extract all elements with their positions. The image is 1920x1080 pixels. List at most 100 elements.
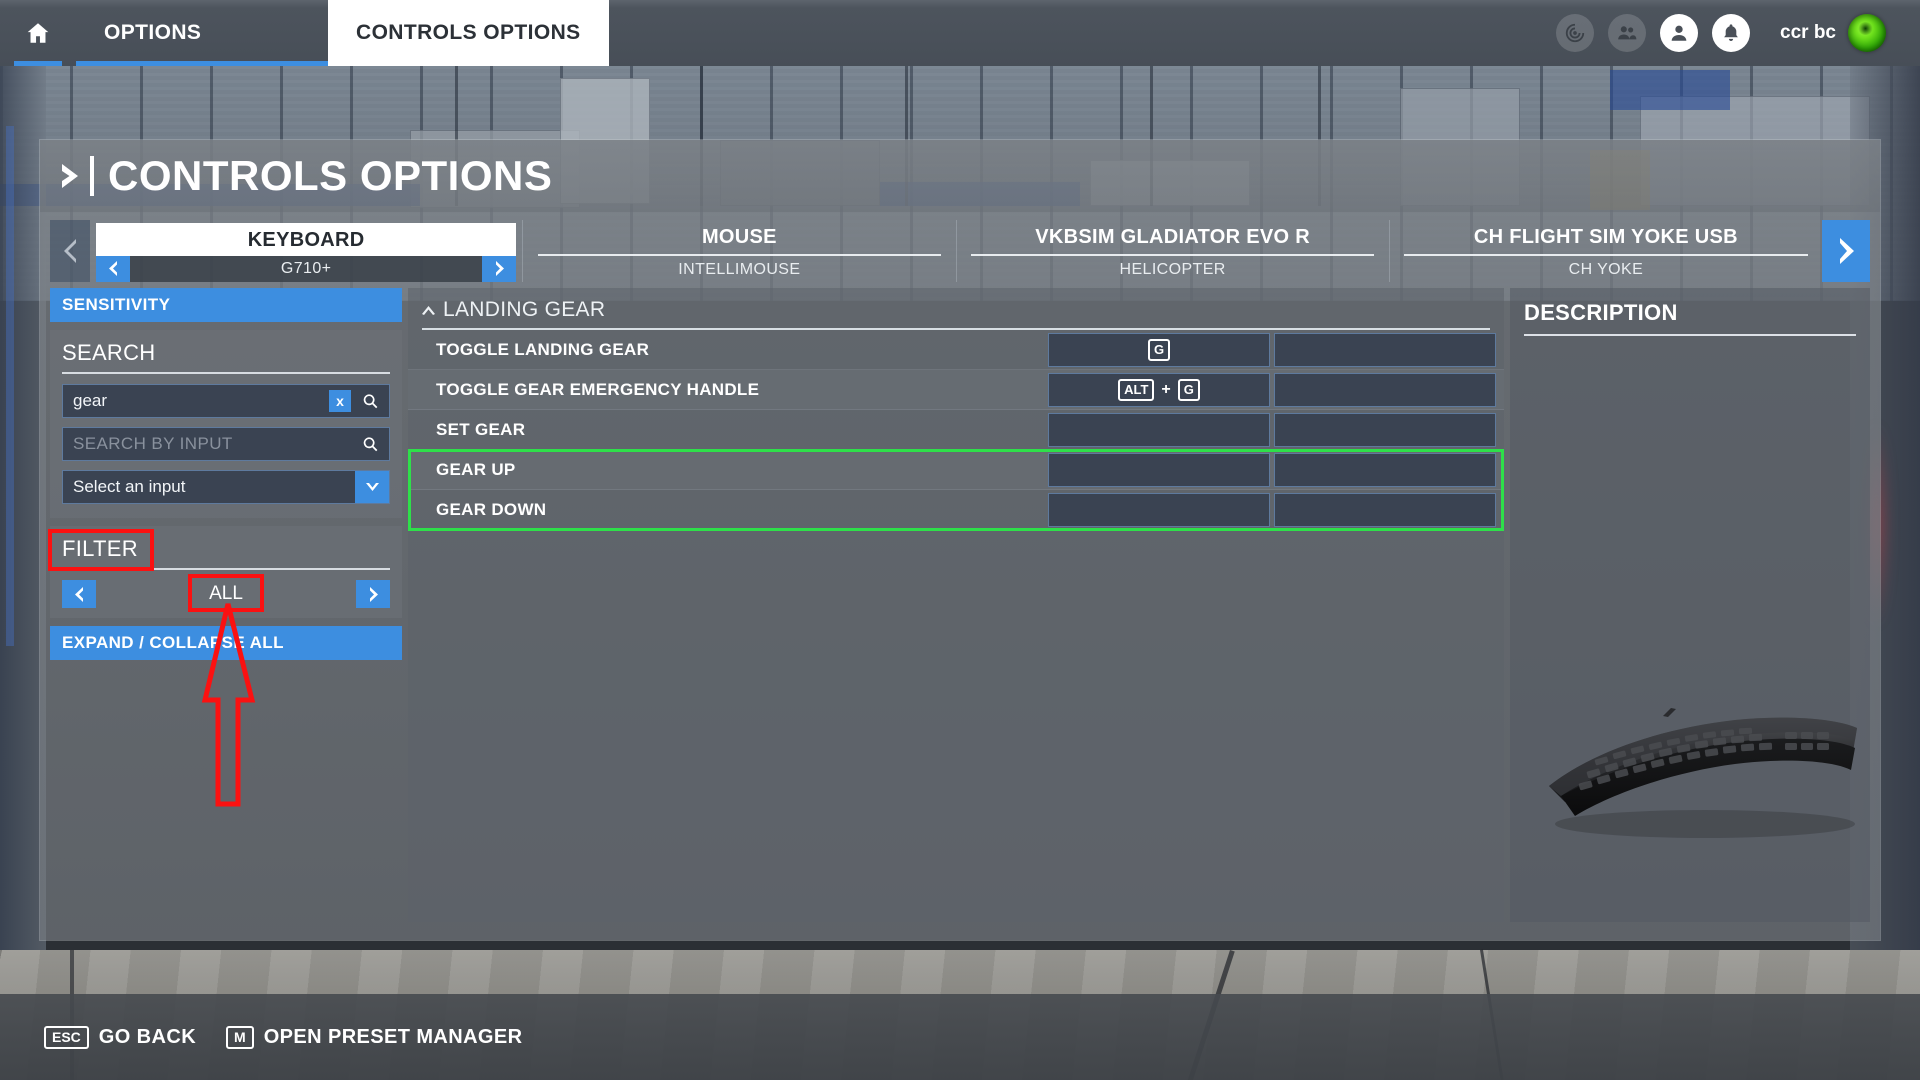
radar-icon (1565, 23, 1585, 43)
keycap: ALT (1118, 378, 1155, 401)
select-input-chevron-button[interactable] (355, 471, 389, 503)
table-row[interactable]: TOGGLE GEAR EMERGENCY HANDLE ALT + G (408, 370, 1504, 410)
binding-name: TOGGLE LANDING GEAR (436, 339, 650, 359)
page-title: CONTROLS OPTIONS (108, 152, 553, 199)
chevron-left-icon (74, 586, 83, 602)
home-icon (27, 23, 49, 43)
topbar-icon-group (1556, 0, 1780, 66)
search-rule (62, 372, 390, 374)
profile-icon-button[interactable] (1660, 14, 1699, 52)
binding-primary-cell[interactable]: G (1048, 332, 1270, 367)
account-name: ccr bc (1780, 22, 1836, 43)
device-tab-keyboard-name: KEYBOARD (96, 222, 517, 256)
profile-icon (1671, 25, 1687, 41)
device-next-button[interactable] (1822, 220, 1870, 282)
radar-icon-button[interactable] (1556, 14, 1595, 52)
clear-search-button[interactable]: x (329, 390, 351, 412)
binding-secondary-cell[interactable] (1274, 452, 1496, 487)
device-tab-mouse[interactable]: MOUSE INTELLIMOUSE (522, 220, 955, 282)
binding-group-header[interactable]: LANDING GEAR (408, 288, 1504, 328)
device-prev-button[interactable] (50, 220, 90, 282)
filter-next-button[interactable] (356, 580, 390, 608)
search-by-input-submit-button[interactable] (357, 436, 383, 453)
binding-primary-cell[interactable]: ALT + G (1048, 372, 1270, 407)
controls-options-panel: CONTROLS OPTIONS KEYBOARD G710+ MOUSE IN… (40, 140, 1880, 940)
device-tab-chyoke-preset: CH YOKE (1568, 260, 1644, 278)
chevron-right-icon (1840, 238, 1854, 264)
binding-group-title: LANDING GEAR (443, 298, 606, 321)
sensitivity-label: SENSITIVITY (62, 295, 171, 314)
tab-options[interactable]: OPTIONS (76, 0, 328, 66)
binding-secondary-cell[interactable] (1274, 412, 1496, 447)
device-tab-keyboard[interactable]: KEYBOARD G710+ (90, 220, 522, 282)
expand-collapse-all-label: EXPAND / COLLAPSE ALL (62, 633, 284, 652)
tab-controls-options[interactable]: CONTROLS OPTIONS (328, 0, 609, 66)
table-row[interactable]: GEAR UP (408, 450, 1504, 490)
esc-keycap: ESC (44, 1025, 89, 1049)
search-icon (363, 436, 377, 451)
notifications-icon-button[interactable] (1712, 14, 1751, 52)
device-tab-rule (1404, 253, 1808, 256)
chevron-left-icon (108, 261, 117, 276)
device-tab-ch-flight-sim-yoke-usb[interactable]: CH FLIGHT SIM YOKE USB CH YOKE (1388, 220, 1822, 282)
binding-secondary-cell[interactable] (1274, 492, 1496, 527)
xbox-orb-icon (1848, 14, 1886, 52)
keycap: G (1177, 378, 1200, 401)
binding-primary-cell[interactable] (1048, 412, 1270, 447)
select-input-value[interactable] (63, 477, 355, 497)
search-by-input-field[interactable] (62, 427, 390, 461)
device-tab-vkbsim-preset: HELICOPTER (1119, 260, 1226, 278)
device-tab-vkbsim-gladiator-evo-r[interactable]: VKBSIM GLADIATOR EVO R HELICOPTER (955, 220, 1389, 282)
account-area[interactable]: ccr bc (1780, 0, 1920, 66)
search-input[interactable] (63, 391, 329, 411)
preset-next-button[interactable] (482, 255, 517, 282)
description-panel: DESCRIPTION (1510, 288, 1870, 922)
home-button[interactable] (0, 0, 76, 66)
binding-name: GEAR DOWN (436, 499, 547, 519)
expand-collapse-all-button[interactable]: EXPAND / COLLAPSE ALL (50, 626, 402, 660)
select-input-dropdown[interactable] (62, 470, 390, 504)
device-tab-chyoke-name: CH FLIGHT SIM YOKE USB (1473, 225, 1738, 248)
filter-value[interactable]: ALL (96, 583, 356, 605)
page-title-row: CONTROLS OPTIONS (40, 140, 1880, 212)
bindings-list: LANDING GEAR TOGGLE LANDING GEAR G TOGGL… (408, 288, 1504, 922)
left-sidebar: SENSITIVITY SEARCH x (50, 288, 402, 922)
friends-icon-button[interactable] (1608, 14, 1647, 52)
table-row[interactable]: TOGGLE LANDING GEAR G (408, 330, 1504, 370)
binding-primary-cell[interactable] (1048, 492, 1270, 527)
device-tab-rule (537, 253, 942, 256)
preset-prev-button[interactable] (96, 255, 130, 282)
filter-heading: FILTER (62, 536, 138, 561)
hint-go-back[interactable]: ESC GO BACK (44, 1025, 196, 1049)
device-tab-mouse-preset: INTELLIMOUSE (678, 260, 801, 278)
hint-open-preset-manager[interactable]: M OPEN PRESET MANAGER (226, 1025, 523, 1049)
tab-controls-options-label: CONTROLS OPTIONS (356, 21, 581, 44)
m-keycap: M (226, 1025, 254, 1049)
chevron-right-icon (369, 586, 378, 602)
binding-rows: TOGGLE LANDING GEAR G TOGGLE GEAR EMERGE… (408, 330, 1504, 531)
search-field[interactable]: x (62, 384, 390, 418)
binding-name: SET GEAR (436, 419, 526, 439)
search-submit-button[interactable] (357, 393, 383, 410)
table-row[interactable]: SET GEAR (408, 410, 1504, 450)
binding-secondary-cell[interactable] (1274, 372, 1496, 407)
filter-section: FILTER ALL (50, 526, 402, 618)
chevron-left-icon (64, 239, 76, 263)
chevron-up-icon (422, 305, 435, 315)
hint-open-preset-manager-label: OPEN PRESET MANAGER (263, 1025, 523, 1048)
filter-prev-button[interactable] (62, 580, 96, 608)
chevron-down-icon (365, 482, 379, 491)
device-tab-vkbsim-name: VKBSIM GLADIATOR EVO R (1035, 225, 1310, 248)
binding-primary-cell[interactable] (1048, 452, 1270, 487)
device-tab-mouse-name: MOUSE (701, 225, 777, 248)
filter-rule (62, 568, 390, 570)
filter-selector: ALL (62, 580, 390, 608)
search-by-input-input[interactable] (63, 434, 357, 454)
sensitivity-button[interactable]: SENSITIVITY (50, 288, 402, 322)
binding-secondary-cell[interactable] (1274, 332, 1496, 367)
table-row[interactable]: GEAR DOWN (408, 490, 1504, 530)
binding-name: GEAR UP (436, 459, 516, 479)
title-divider (90, 156, 94, 196)
search-section: SEARCH x (50, 330, 402, 518)
